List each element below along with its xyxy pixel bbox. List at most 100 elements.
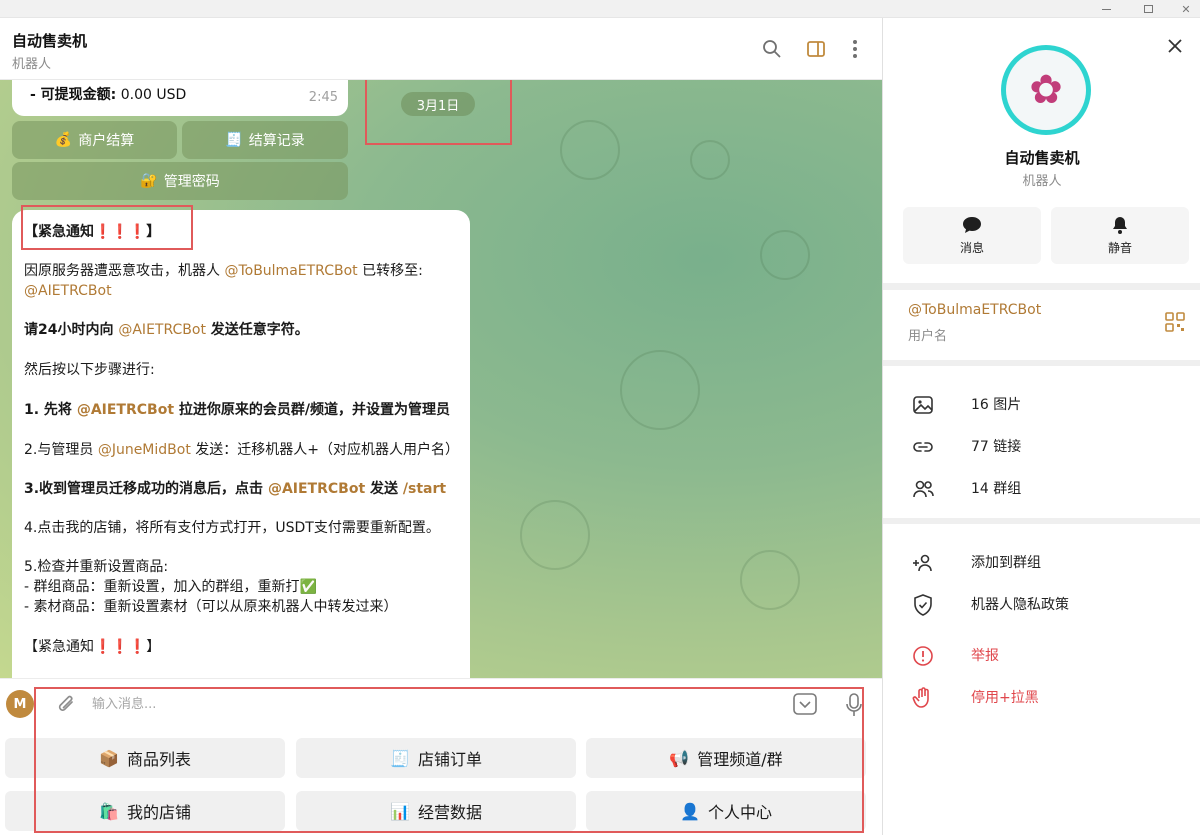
bot-name: 自动售卖机 (1004, 149, 1080, 167)
hand-icon (912, 687, 929, 708)
chat-messages-area[interactable]: - 可提现金额: 0.00 USD 2:45 💰 商户结算 🧾 结算记录 🔐 管理密码… (0, 80, 882, 678)
notice-text: 发送 (365, 481, 403, 497)
image-icon (913, 396, 933, 414)
notice-line-4: 然后按以下步骤进行: (24, 362, 155, 378)
highlight-box-keyboard (34, 687, 864, 833)
notice-footer: 【紧急通知❗❗❗】 (24, 637, 160, 657)
exclamation-icon: ❗❗❗ (94, 639, 147, 655)
message-time: 2:45 (308, 90, 338, 105)
notice-footer-text: 【紧急通知 (24, 639, 94, 655)
notice-step-2: 2.与管理员 @JuneMidBot 发送：迁移机器人+（对应机器人用户名） (24, 440, 459, 460)
manage-password-label: 管理密码 (163, 174, 220, 190)
withdrawable-value: 0.00 USD (120, 87, 187, 103)
bot-username[interactable]: @ToBulmaETRCBot (908, 302, 1041, 318)
links-label: 77 链接 (971, 439, 1022, 455)
settle-records-button[interactable]: 🧾 结算记录 (182, 121, 348, 159)
notice-step-4: 4.点击我的店铺，将所有支付方式打开，USDT支付需要重新配置。 (24, 520, 440, 536)
warning-icon (913, 646, 933, 666)
add-to-group-row[interactable]: 添加到群组 (883, 546, 1200, 578)
close-window-button[interactable]: ✕ (1166, 0, 1200, 18)
report-row[interactable]: 举报 (883, 639, 1200, 671)
bot-avatar-image: ✿ (1006, 50, 1086, 130)
shield-icon (914, 594, 932, 616)
mention-link[interactable]: @ToBulmaETRCBot (224, 263, 357, 279)
notice-text: 已转移至: (357, 263, 423, 279)
sidebar-toggle-icon[interactable] (805, 38, 827, 60)
group-icon (913, 480, 934, 498)
search-icon[interactable] (761, 38, 783, 60)
notice-text: 因原服务器遭恶意攻击，机器人 (24, 263, 225, 279)
privacy-policy-label: 机器人隐私政策 (971, 597, 1069, 613)
lock-icon: 🔐 (140, 173, 158, 189)
settle-records-label: 结算记录 (248, 133, 305, 149)
profile-panel: ✿ 自动售卖机 机器人 消息 静音 @ToBulmaETRCBot 用户名 16… (882, 18, 1200, 835)
chat-subtitle: 机器人 (12, 57, 52, 72)
minimize-icon (1101, 8, 1111, 10)
profile-header-section: ✿ 自动售卖机 机器人 消息 静音 (883, 18, 1200, 283)
notice-text: 1. 先将 (24, 402, 77, 418)
notice-text: 发送：迁移机器人+（对应机器人用户名） (190, 442, 460, 458)
bell-icon (1113, 217, 1127, 234)
images-row[interactable]: 16 图片 (883, 388, 1200, 420)
links-row[interactable]: 77 链接 (883, 430, 1200, 462)
username-section[interactable]: @ToBulmaETRCBot 用户名 (883, 290, 1200, 360)
background-doodle (620, 350, 700, 430)
chat-title: 自动售卖机 (12, 32, 88, 50)
more-options-icon[interactable] (844, 38, 866, 60)
notice-text: 发送任意字符。 (205, 322, 309, 338)
mention-link[interactable]: @AIETRCBot (268, 481, 365, 497)
money-bag-icon: 💰 (54, 132, 73, 148)
bot-type: 机器人 (1022, 174, 1062, 189)
qr-code-icon[interactable] (1165, 312, 1185, 336)
notice-line-2: @AIETRCBot (24, 281, 112, 301)
notice-text: 3.收到管理员迁移成功的消息后，点击 (24, 481, 268, 497)
privacy-policy-row[interactable]: 机器人隐私政策 (883, 588, 1200, 620)
highlight-box-heading (21, 205, 193, 250)
chat-bubble-icon (963, 217, 981, 233)
message-action-button[interactable]: 消息 (903, 207, 1041, 264)
block-row[interactable]: 停用+拉黑 (883, 681, 1200, 713)
notice-message-bubble: 【紧急通知❗❗❗】 因原服务器遭恶意攻击，机器人 @ToBulmaETRCBot… (12, 210, 470, 678)
notice-step-1: 1. 先将 @AIETRCBot 拉进你原来的会员群/频道，并设置为管理员 (24, 400, 450, 420)
highlight-box-date (365, 80, 512, 145)
window-titlebar: ✕ (0, 0, 1200, 18)
chat-header[interactable]: 自动售卖机 机器人 (0, 18, 882, 80)
notice-step-5b: - 素材商品：重新设置素材（可以从原来机器人中转发过来） (24, 599, 398, 615)
background-doodle (690, 140, 730, 180)
notice-step-3: 3.收到管理员迁移成功的消息后，点击 @AIETRCBot 发送 /start (24, 479, 446, 499)
link-icon (913, 442, 933, 452)
background-doodle (740, 550, 800, 610)
manage-password-button[interactable]: 🔐 管理密码 (12, 162, 348, 200)
merchant-settle-label: 商户结算 (78, 133, 135, 149)
close-panel-icon[interactable] (1167, 38, 1183, 58)
mention-link[interactable]: @AIETRCBot (118, 322, 206, 338)
mention-link[interactable]: @AIETRCBot (77, 402, 174, 418)
shared-media-section: 16 图片 77 链接 14 群组 (883, 366, 1200, 518)
maximize-icon (1143, 5, 1153, 13)
background-doodle (560, 120, 620, 180)
receipt-icon: 🧾 (225, 132, 243, 148)
background-doodle (760, 230, 810, 280)
bot-avatar[interactable]: ✿ (1001, 45, 1091, 135)
report-label: 举报 (971, 648, 999, 664)
bot-options-section: 添加到群组 机器人隐私政策 举报 停用+拉黑 (883, 524, 1200, 835)
command-link[interactable]: /start (403, 481, 446, 497)
groups-row[interactable]: 14 群组 (883, 472, 1200, 504)
withdrawable-line: - 可提现金额: 0.00 USD (30, 84, 186, 104)
add-user-icon (913, 554, 932, 572)
previous-message-bubble: - 可提现金额: 0.00 USD 2:45 (12, 80, 348, 116)
user-avatar[interactable]: M (6, 690, 34, 718)
groups-label: 14 群组 (971, 481, 1022, 497)
close-icon: ✕ (1181, 2, 1191, 16)
minimize-button[interactable] (1086, 0, 1126, 18)
mention-link[interactable]: @JuneMidBot (98, 442, 191, 458)
notice-text: 拉进你原来的会员群/频道，并设置为管理员 (174, 402, 451, 418)
merchant-settle-button[interactable]: 💰 商户结算 (12, 121, 177, 159)
notice-line-3: 请24小时内向 @AIETRCBot 发送任意字符。 (24, 320, 309, 340)
mention-link[interactable]: @AIETRCBot (24, 283, 112, 299)
notice-text: 请24小时内向 (24, 322, 119, 338)
mute-action-button[interactable]: 静音 (1051, 207, 1189, 264)
maximize-button[interactable] (1128, 0, 1168, 18)
add-to-group-label: 添加到群组 (971, 555, 1041, 571)
notice-footer-close: 】 (146, 639, 161, 655)
